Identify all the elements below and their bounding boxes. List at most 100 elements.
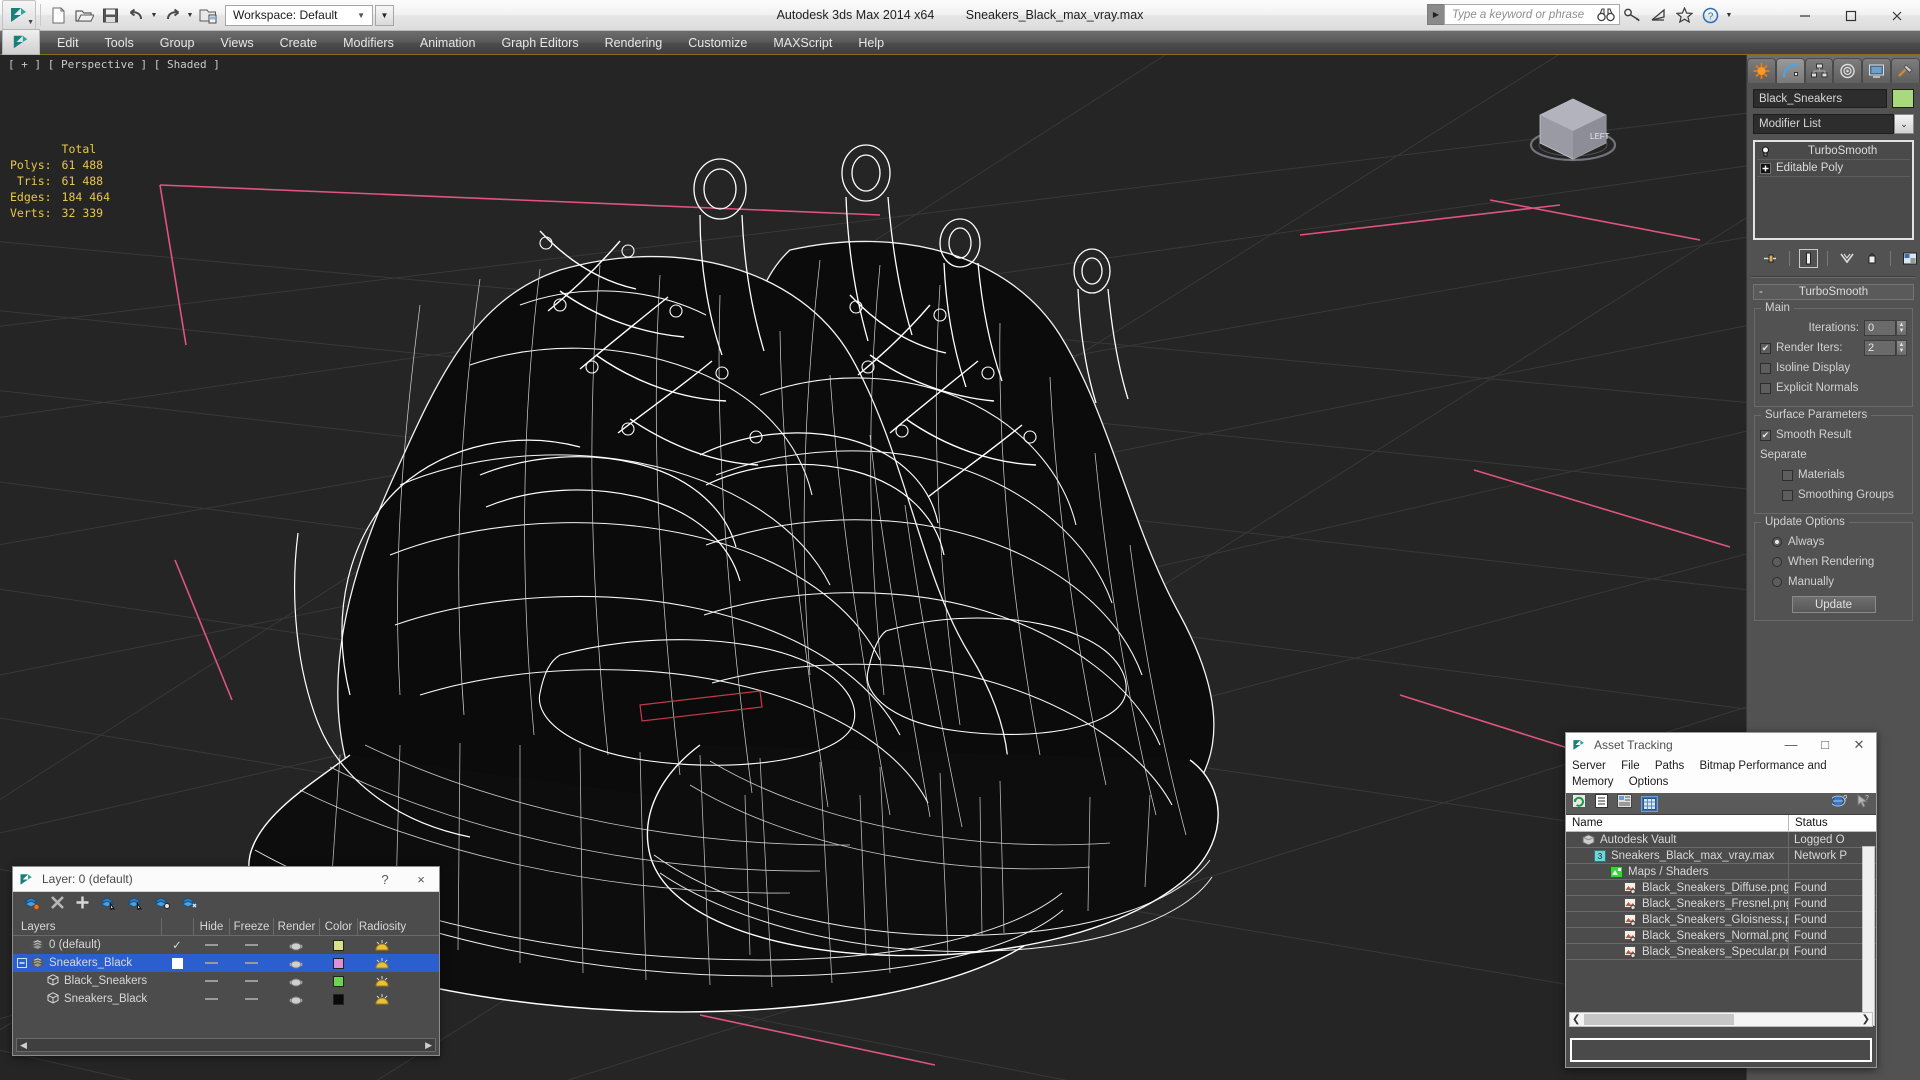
modifier-stack[interactable]: TurboSmooth Editable Poly: [1753, 140, 1914, 240]
delete-layer-icon[interactable]: [50, 895, 65, 915]
binoculars-icon[interactable]: [1594, 3, 1618, 27]
table-row[interactable]: Black_Sneakers_Diffuse.png Found: [1566, 879, 1876, 896]
undo-dropdown-caret[interactable]: ▼: [149, 12, 159, 19]
hide-unselected-icon[interactable]: [180, 895, 198, 915]
hierarchy-tab[interactable]: [1804, 58, 1834, 83]
table-row[interactable]: Black_Sneakers: [13, 972, 439, 990]
menu-item-animation[interactable]: Animation: [407, 33, 489, 53]
help-globe-icon[interactable]: ?: [1830, 794, 1848, 813]
lightbulb-icon[interactable]: [1758, 146, 1772, 157]
smooth-result-checkbox[interactable]: ✔: [1760, 429, 1771, 441]
layer-hide-toggle[interactable]: [193, 972, 229, 990]
refresh-icon[interactable]: [1572, 794, 1586, 813]
column-name[interactable]: Name: [1566, 817, 1788, 829]
object-color-swatch[interactable]: [1892, 89, 1914, 108]
menu-item-views[interactable]: Views: [207, 33, 266, 53]
update-option-when-rendering-radio[interactable]: [1772, 557, 1782, 567]
viewport-label[interactable]: [ + ] [ Perspective ] [ Shaded ]: [8, 58, 220, 71]
undo-icon[interactable]: [123, 3, 149, 27]
layer-freeze-toggle[interactable]: [229, 936, 273, 954]
layer-horizontal-scrollbar[interactable]: ◀ ▶: [16, 1038, 436, 1052]
scroll-right-icon[interactable]: ▶: [425, 1040, 432, 1051]
modifier-stack-item-editable-poly[interactable]: Editable Poly: [1755, 161, 1912, 175]
layer-current-check[interactable]: [161, 954, 193, 972]
add-selection-icon[interactable]: [75, 895, 90, 915]
pin-stack-icon[interactable]: [1761, 249, 1780, 268]
utilities-tab[interactable]: [1891, 58, 1920, 83]
table-row[interactable]: Black_Sneakers_Fresnel.png Found: [1566, 895, 1876, 912]
menu-item-graph-editors[interactable]: Graph Editors: [488, 33, 591, 53]
menu-item-tools[interactable]: Tools: [92, 33, 147, 53]
rollout-header-turbosmooth[interactable]: - TurboSmooth: [1753, 284, 1914, 300]
star-icon[interactable]: [1672, 3, 1696, 27]
select-highlighted-icon[interactable]: [126, 895, 144, 915]
menu-item-help[interactable]: Help: [845, 33, 897, 53]
column-status[interactable]: Status: [1788, 814, 1876, 832]
menu-item-maxscript[interactable]: MAXScript: [760, 33, 845, 53]
show-end-result-icon[interactable]: [1799, 248, 1818, 268]
menu-item-rendering[interactable]: Rendering: [592, 33, 676, 53]
redo-icon[interactable]: [159, 3, 185, 27]
layer-hide-toggle[interactable]: [193, 954, 229, 972]
object-name-field[interactable]: Black_Sneakers: [1753, 89, 1887, 108]
update-option-manually-row[interactable]: Manually: [1760, 573, 1907, 591]
set-project-folder-icon[interactable]: [195, 3, 221, 27]
iterations-spinner[interactable]: ▲ ▼: [1896, 320, 1907, 336]
table-row[interactable]: Black_Sneakers_Specular.png Found: [1566, 943, 1876, 960]
make-unique-icon[interactable]: [1837, 249, 1856, 268]
select-objects-icon[interactable]: [99, 895, 117, 915]
render-iters-field[interactable]: 2: [1864, 340, 1896, 356]
radiosity-icon[interactable]: [357, 936, 407, 954]
open-icon[interactable]: [71, 3, 97, 27]
layer-freeze-toggle[interactable]: [229, 972, 273, 990]
layer-dialog[interactable]: Layer: 0 (default) ? × Layers Hide Freez…: [12, 866, 440, 1056]
menu-item-group[interactable]: Group: [147, 33, 208, 53]
table-row[interactable]: Maps / Shaders: [1566, 863, 1876, 880]
asset-vertical-scrollbar[interactable]: [1862, 846, 1875, 1026]
radiosity-icon[interactable]: [357, 972, 407, 990]
table-row[interactable]: Sneakers_Black: [13, 990, 439, 1008]
menu-item-paths[interactable]: Paths: [1655, 760, 1684, 772]
explicit-normals-checkbox[interactable]: [1760, 382, 1771, 394]
menu-item-create[interactable]: Create: [267, 33, 331, 53]
scroll-thumb[interactable]: [1584, 1014, 1734, 1025]
update-option-when-rendering-row[interactable]: When Rendering: [1760, 553, 1907, 571]
isoline-display-checkbox[interactable]: [1760, 362, 1771, 374]
layer-freeze-toggle[interactable]: [229, 990, 273, 1008]
materials-checkbox[interactable]: [1782, 469, 1793, 481]
workspace-caret-icon[interactable]: ▼: [352, 11, 370, 20]
remove-modifier-icon[interactable]: [1862, 249, 1881, 268]
menu-item-options[interactable]: Options: [1629, 776, 1669, 788]
app-logo-button[interactable]: ▼: [2, 0, 36, 30]
render-iters-checkbox[interactable]: ✔: [1760, 342, 1771, 354]
maximize-icon[interactable]: □: [1808, 737, 1842, 753]
workspace-selector[interactable]: Workspace: Default ▼: [225, 4, 373, 26]
menu-item-modifiers[interactable]: Modifiers: [330, 33, 407, 53]
view-cube[interactable]: LEFT: [1518, 93, 1628, 183]
update-option-always-radio[interactable]: [1772, 537, 1782, 547]
layer-color-swatch[interactable]: [319, 954, 357, 972]
highlight-selected-icon[interactable]: [153, 895, 171, 915]
help-arrow-icon[interactable]: ?: [1856, 794, 1870, 813]
render-iters-spinner[interactable]: ▲ ▼: [1896, 340, 1907, 356]
collapse-icon[interactable]: -: [1759, 286, 1763, 298]
asset-tracking-dialog[interactable]: Asset Tracking — □ ✕ Server File Paths B…: [1565, 732, 1877, 1068]
minimize-icon[interactable]: —: [1774, 737, 1808, 753]
layer-hide-toggle[interactable]: [193, 936, 229, 954]
teapot-icon[interactable]: [273, 954, 319, 972]
layer-color-swatch[interactable]: [319, 990, 357, 1008]
logo-dropdown-caret[interactable]: ▼: [27, 19, 34, 26]
table-row[interactable]: 0 (default) ✓: [13, 936, 439, 954]
radiosity-icon[interactable]: [357, 990, 407, 1008]
modify-tab[interactable]: [1775, 58, 1805, 83]
minimize-icon[interactable]: [1782, 0, 1828, 31]
layer-color-swatch[interactable]: [319, 936, 357, 954]
scroll-left-icon[interactable]: ❮: [1572, 1014, 1580, 1025]
layer-color-swatch[interactable]: [319, 972, 357, 990]
teapot-icon[interactable]: [273, 936, 319, 954]
menu-item-bitmap-performance[interactable]: Bitmap Performance and Memory: [1572, 760, 1827, 788]
motion-tab[interactable]: [1833, 58, 1863, 83]
table-row[interactable]: Autodesk Vault Logged O: [1566, 831, 1876, 848]
layer-hide-toggle[interactable]: [193, 990, 229, 1008]
menu-item-edit[interactable]: Edit: [44, 33, 92, 53]
